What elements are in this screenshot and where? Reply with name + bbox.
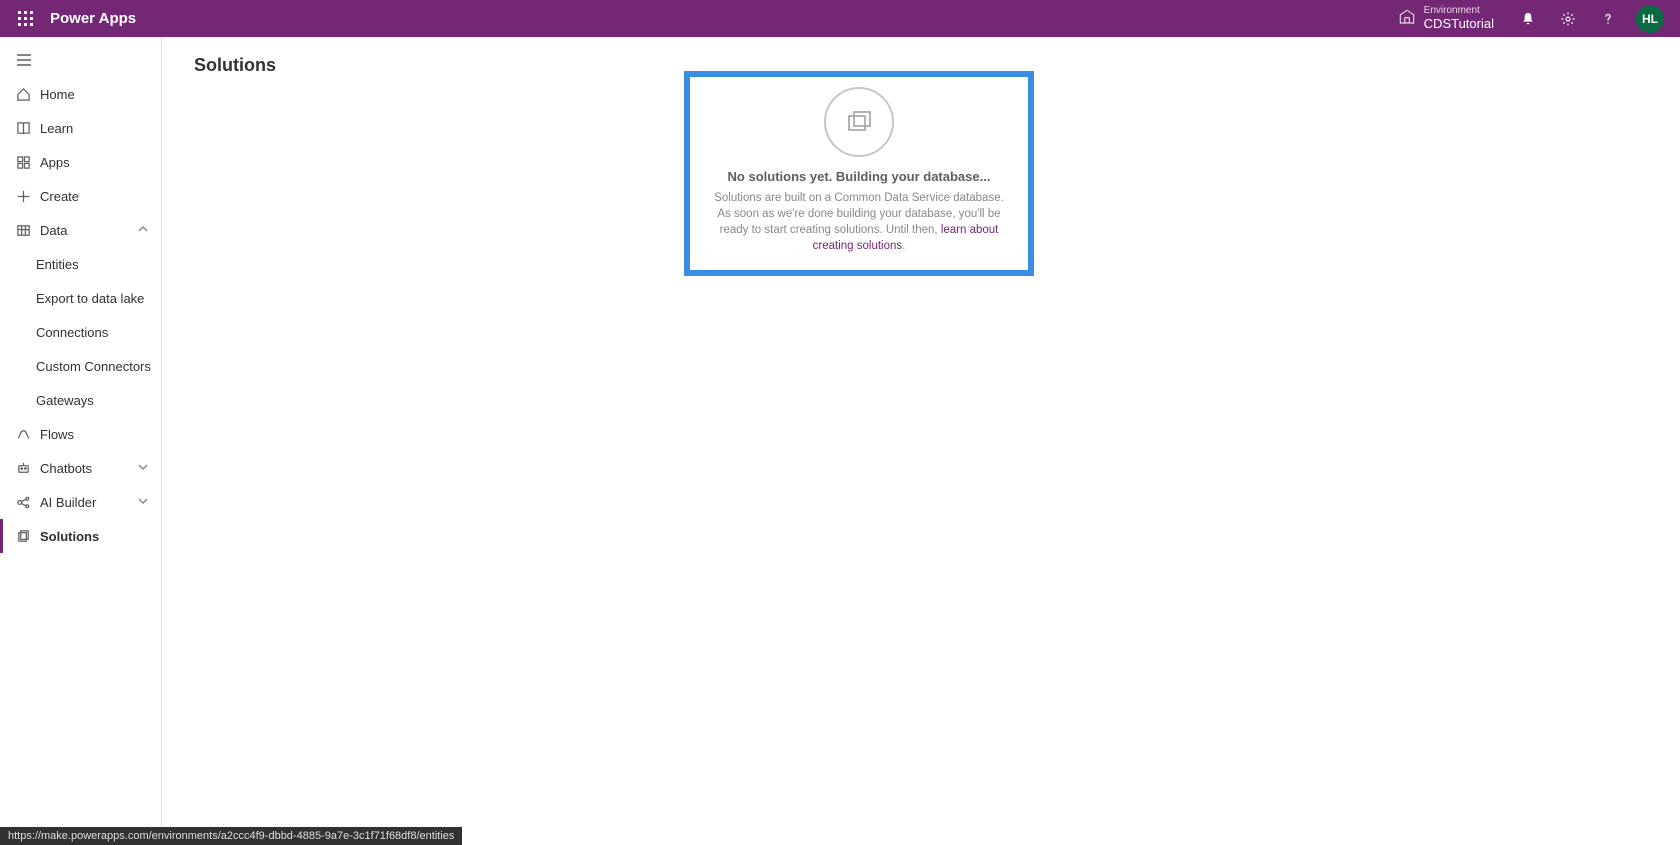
avatar-initials: HL — [1642, 12, 1658, 26]
chevron-down-icon — [137, 460, 149, 476]
solutions-icon — [14, 529, 32, 544]
sidebar-item-label: Entities — [36, 257, 79, 272]
sidebar-item-label: Create — [40, 189, 79, 204]
data-icon — [14, 223, 32, 238]
environment-picker[interactable]: Environment CDSTutorial — [1384, 5, 1508, 31]
main-content: Solutions No solutions yet. Building you… — [162, 37, 1664, 845]
sidebar-item-data[interactable]: Data — [0, 213, 161, 247]
sidebar-item-label: Learn — [40, 121, 73, 136]
sidebar-item-label: Flows — [40, 427, 74, 442]
app-header: Power Apps Environment CDSTutorial HL — [0, 0, 1680, 37]
empty-state-description: Solutions are built on a Common Data Ser… — [702, 190, 1016, 254]
sidebar-item-label: Connections — [36, 325, 108, 340]
book-icon — [14, 121, 32, 136]
sidebar-item-solutions[interactable]: Solutions — [0, 519, 161, 553]
help-icon[interactable] — [1588, 0, 1628, 37]
scrollbar-track[interactable] — [1664, 37, 1680, 845]
ai-builder-icon — [14, 495, 32, 510]
empty-state-card: No solutions yet. Building your database… — [684, 71, 1034, 276]
environment-icon — [1398, 8, 1416, 29]
status-bar: https://make.powerapps.com/environments/… — [0, 827, 462, 845]
sidebar-item-label: Data — [40, 223, 67, 238]
sidebar-item-label: Chatbots — [40, 461, 92, 476]
environment-name: CDSTutorial — [1424, 17, 1494, 32]
sidebar-item-label: Home — [40, 87, 75, 102]
empty-state-title: No solutions yet. Building your database… — [702, 169, 1016, 184]
waffle-icon[interactable] — [8, 1, 44, 37]
home-icon — [14, 87, 32, 102]
sidebar-item-label: Gateways — [36, 393, 94, 408]
notifications-icon[interactable] — [1508, 0, 1548, 37]
app-body: Home Learn Apps Create Data Entities Exp… — [0, 37, 1680, 845]
sidebar-item-flows[interactable]: Flows — [0, 417, 161, 451]
sidebar-item-ai-builder[interactable]: AI Builder — [0, 485, 161, 519]
sidebar-item-label: AI Builder — [40, 495, 96, 510]
chevron-up-icon — [137, 222, 149, 238]
sidebar-item-gateways[interactable]: Gateways — [0, 383, 161, 417]
sidebar-item-label: Export to data lake — [36, 291, 144, 306]
brand-title[interactable]: Power Apps — [50, 10, 136, 27]
empty-state-text-tail: . — [902, 240, 905, 252]
avatar[interactable]: HL — [1636, 5, 1664, 33]
sidebar-item-learn[interactable]: Learn — [0, 111, 161, 145]
sidebar-item-label: Custom Connectors — [36, 359, 151, 374]
sidebar-item-create[interactable]: Create — [0, 179, 161, 213]
chatbot-icon — [14, 461, 32, 476]
sidebar-item-apps[interactable]: Apps — [0, 145, 161, 179]
chevron-down-icon — [137, 494, 149, 510]
sidebar-item-export-to-data-lake[interactable]: Export to data lake — [0, 281, 161, 315]
sidebar-collapse-button[interactable] — [0, 43, 161, 77]
sidebar-item-label: Apps — [40, 155, 70, 170]
sidebar: Home Learn Apps Create Data Entities Exp… — [0, 37, 162, 845]
status-url: https://make.powerapps.com/environments/… — [8, 830, 454, 842]
plus-icon — [14, 189, 32, 204]
sidebar-item-label: Solutions — [40, 529, 99, 544]
sidebar-item-chatbots[interactable]: Chatbots — [0, 451, 161, 485]
apps-icon — [14, 155, 32, 170]
sidebar-item-entities[interactable]: Entities — [0, 247, 161, 281]
flow-icon — [14, 427, 32, 442]
solutions-empty-icon — [824, 87, 894, 157]
sidebar-item-custom-connectors[interactable]: Custom Connectors — [0, 349, 161, 383]
settings-icon[interactable] — [1548, 0, 1588, 37]
sidebar-item-connections[interactable]: Connections — [0, 315, 161, 349]
sidebar-item-home[interactable]: Home — [0, 77, 161, 111]
